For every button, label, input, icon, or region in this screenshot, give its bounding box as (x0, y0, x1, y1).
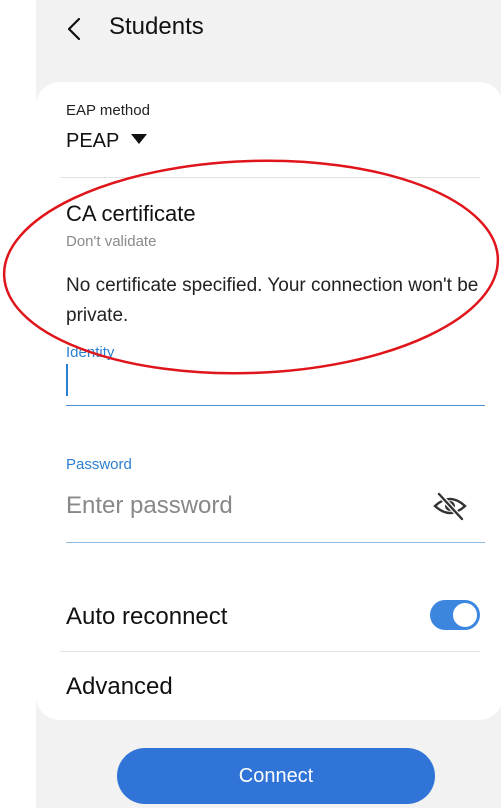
header: Students (36, 0, 501, 60)
divider (60, 651, 480, 652)
ca-certificate-title[interactable]: CA certificate (66, 201, 196, 227)
caret-down-icon (131, 134, 148, 144)
identity-label: Identity (66, 344, 115, 361)
eap-method-dropdown[interactable]: PEAP (66, 130, 148, 153)
password-label: Password (66, 456, 132, 473)
identity-input[interactable] (66, 360, 485, 404)
settings-card: EAP method PEAP CA certificate Don't val… (36, 82, 501, 720)
advanced-label: Advanced (66, 673, 173, 700)
wifi-network-screen: Students EAP method PEAP CA certificate … (36, 0, 501, 808)
toggle-knob (452, 602, 478, 628)
divider (60, 177, 480, 178)
identity-underline (66, 405, 485, 406)
back-button[interactable] (62, 14, 90, 44)
page-title: Students (109, 13, 204, 40)
ca-certificate-value[interactable]: Don't validate (66, 233, 156, 250)
password-visibility-button[interactable] (432, 488, 468, 524)
password-underline (66, 542, 485, 543)
advanced-row[interactable]: Advanced (36, 654, 501, 714)
chevron-left-icon (67, 17, 81, 41)
auto-reconnect-label: Auto reconnect (66, 603, 228, 630)
ca-certificate-warning: No certificate specified. Your connectio… (66, 275, 479, 326)
eye-off-icon (433, 492, 467, 521)
auto-reconnect-toggle[interactable] (430, 600, 480, 630)
eap-method-value: PEAP (66, 130, 120, 152)
connect-button[interactable]: Connect (117, 748, 435, 804)
text-cursor (66, 364, 68, 396)
password-input[interactable]: Enter password (66, 492, 233, 520)
eap-method-label: EAP method (66, 102, 150, 119)
